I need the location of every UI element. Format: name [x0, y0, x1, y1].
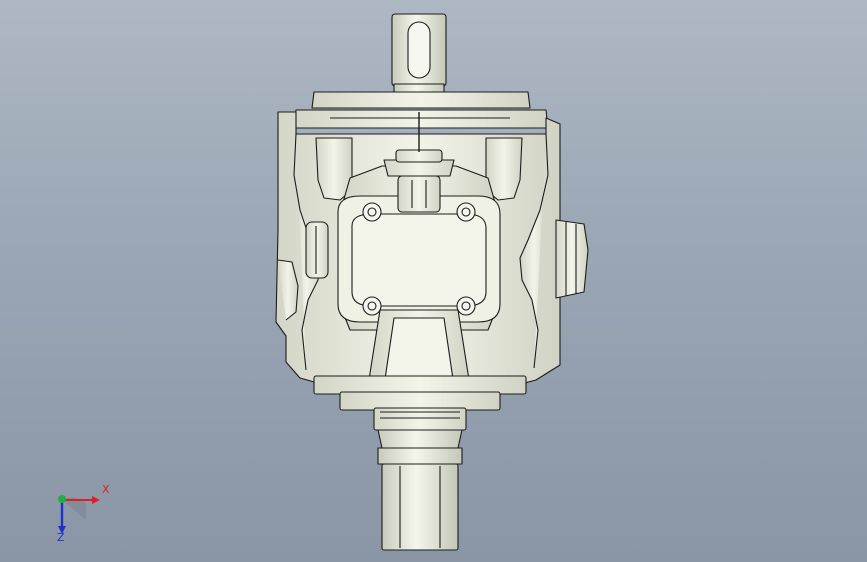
top-flange: [293, 91, 549, 129]
y-axis-dot: [58, 495, 66, 503]
output-shaft: [377, 429, 463, 551]
bottom-flange: [313, 375, 527, 431]
gearbox-model[interactable]: [0, 0, 867, 562]
z-axis-label: Z: [57, 531, 65, 544]
side-plug: [555, 219, 589, 299]
output-neck: [367, 309, 471, 387]
graphics-viewport[interactable]: X Z: [0, 0, 867, 562]
x-axis-label: X: [102, 483, 110, 496]
reference-triad: X Z: [40, 480, 120, 550]
left-boss: [305, 221, 329, 279]
input-shaft: [391, 13, 447, 93]
